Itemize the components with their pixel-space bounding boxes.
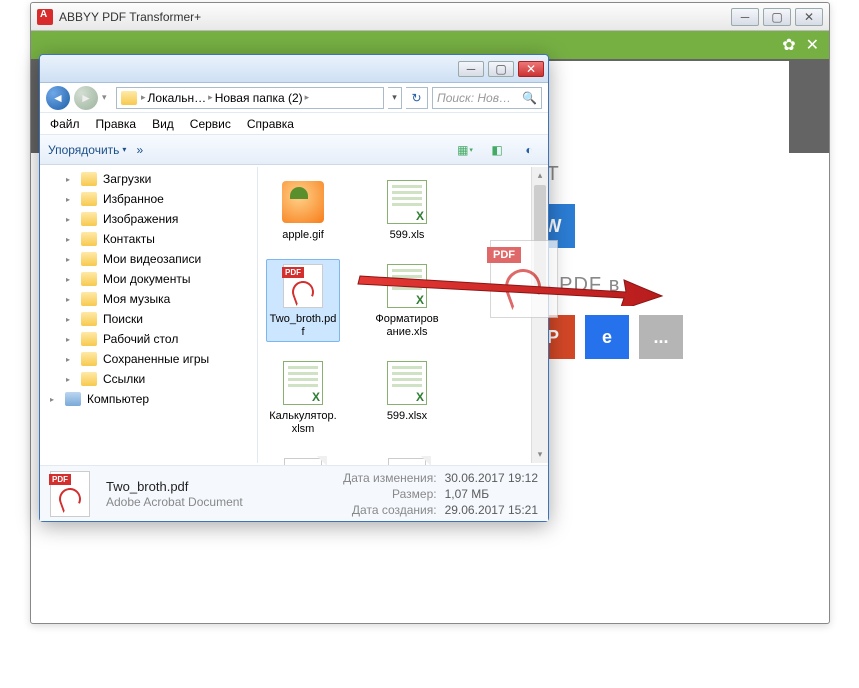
tree-item[interactable]: ▸Моя музыка <box>40 289 257 309</box>
folder-icon <box>81 232 97 246</box>
file-label: Two_broth.pdf <box>269 313 337 339</box>
back-button[interactable]: ◄ <box>46 86 70 110</box>
computer-icon <box>65 392 81 406</box>
crumb-1[interactable]: Локальн… <box>148 91 207 105</box>
tile-html[interactable]: e <box>585 315 629 359</box>
folder-icon <box>81 292 97 306</box>
folder-icon <box>81 352 97 366</box>
file-label: 599.xls <box>390 229 425 242</box>
menu-file[interactable]: Файл <box>50 117 80 131</box>
file-item[interactable]: Калькулятор.xlsm <box>266 356 340 439</box>
tree-item[interactable]: ▸Загрузки <box>40 169 257 189</box>
close-panel-icon[interactable]: ✕ <box>806 35 819 55</box>
menu-view[interactable]: Вид <box>152 117 174 131</box>
organize-button[interactable]: Упорядочить ▾ <box>48 143 126 157</box>
explorer-maximize-button[interactable]: ▢ <box>488 61 514 77</box>
search-icon[interactable]: 🔍 <box>522 91 537 105</box>
toolbar-more[interactable]: » <box>136 143 143 157</box>
pdf-icon: PDF <box>283 264 323 308</box>
nav-tree[interactable]: ▸Загрузки▸Избранное▸Изображения▸Контакты… <box>40 167 258 463</box>
file-label: 599.xlsx <box>387 410 427 423</box>
file-item[interactable]: 599.xlsx <box>370 356 444 439</box>
tree-item[interactable]: ▸Рабочий стол <box>40 329 257 349</box>
pdf-badge: PDF <box>487 247 521 263</box>
folder-icon <box>121 91 137 105</box>
close-button[interactable]: ✕ <box>795 8 823 26</box>
search-box[interactable]: Поиск: Нов… 🔍 <box>432 87 542 109</box>
view-mode-button[interactable]: ▦▾ <box>454 140 476 160</box>
minimize-button[interactable]: ─ <box>731 8 759 26</box>
explorer-minimize-button[interactable]: ─ <box>458 61 484 77</box>
folder-icon <box>81 172 97 186</box>
maximize-button[interactable]: ▢ <box>763 8 791 26</box>
tree-item[interactable]: ▸Мои документы <box>40 269 257 289</box>
breadcrumb[interactable]: ▸ Локальн… ▸ Новая папка (2) ▸ <box>141 91 309 105</box>
scroll-up-icon[interactable]: ▴ <box>532 167 548 184</box>
tree-item-computer[interactable]: ▸Компьютер <box>40 389 257 409</box>
explorer-menubar: Файл Правка Вид Сервис Справка <box>40 113 548 135</box>
menu-help[interactable]: Справка <box>247 117 294 131</box>
xls-icon <box>387 264 427 308</box>
file-item[interactable]: apple.gif <box>266 175 340 245</box>
forward-button[interactable]: ► <box>74 86 98 110</box>
details-filename: Two_broth.pdf <box>106 479 243 494</box>
details-filetype: Adobe Acrobat Document <box>106 495 243 509</box>
app-icon <box>37 9 53 25</box>
folder-icon <box>81 192 97 206</box>
file-item[interactable]: PDF Two_broth.pdf <box>266 259 340 342</box>
folder-icon <box>81 372 97 386</box>
pdf-swirl-icon <box>500 264 546 310</box>
folder-icon <box>81 212 97 226</box>
tree-item[interactable]: ▸Контакты <box>40 229 257 249</box>
menu-service[interactable]: Сервис <box>190 117 231 131</box>
xls-icon <box>283 361 323 405</box>
app-title: ABBYY PDF Transformer+ <box>59 10 727 24</box>
history-dropdown-icon[interactable]: ▾ <box>102 92 112 103</box>
explorer-window: ─ ▢ ✕ ◄ ► ▾ ▸ Локальн… ▸ Новая папка (2)… <box>39 54 549 522</box>
refresh-button[interactable]: ↻ <box>406 87 428 109</box>
xls-icon <box>387 180 427 224</box>
address-dropdown-icon[interactable]: ▾ <box>388 87 402 109</box>
details-pane: PDF Two_broth.pdf Adobe Acrobat Document… <box>40 465 548 521</box>
tree-item[interactable]: ▸Поиски <box>40 309 257 329</box>
tree-item[interactable]: ▸Изображения <box>40 209 257 229</box>
explorer-toolbar: Упорядочить ▾ » ▦▾ ◧ ◐ <box>40 135 548 165</box>
xls-icon <box>387 361 427 405</box>
menu-edit[interactable]: Правка <box>96 117 137 131</box>
address-bar[interactable]: ▸ Локальн… ▸ Новая папка (2) ▸ <box>116 87 384 109</box>
tree-item[interactable]: ▸Мои видеозаписи <box>40 249 257 269</box>
img-icon <box>282 181 324 223</box>
file-label: apple.gif <box>282 229 324 242</box>
tree-item[interactable]: ▸Избранное <box>40 189 257 209</box>
pdf-icon: PDF <box>490 240 558 318</box>
explorer-close-button[interactable]: ✕ <box>518 61 544 77</box>
folder-icon <box>81 312 97 326</box>
tree-item[interactable]: ▸Сохраненные игры <box>40 349 257 369</box>
file-label: Калькулятор.xlsm <box>269 410 337 436</box>
drag-ghost: PDF <box>490 240 590 340</box>
folder-icon <box>81 332 97 346</box>
file-label: Форматирование.xls <box>373 313 441 339</box>
file-item[interactable]: 599.xls <box>370 175 444 245</box>
explorer-body: ▸Загрузки▸Избранное▸Изображения▸Контакты… <box>40 167 548 463</box>
dz-heading-1: НТ <box>531 163 769 186</box>
details-meta: Дата изменения:30.06.2017 19:12 Размер:1… <box>343 471 538 517</box>
file-item[interactable]: Форматирование.xls <box>370 259 444 342</box>
crumb-2[interactable]: Новая папка (2) <box>215 91 303 105</box>
folder-icon <box>81 272 97 286</box>
titlebar[interactable]: ABBYY PDF Transformer+ ─ ▢ ✕ <box>31 3 829 31</box>
search-placeholder: Поиск: Нов… <box>437 91 511 105</box>
preview-pane-button[interactable]: ◧ <box>486 140 508 160</box>
tile-more[interactable]: ... <box>639 315 683 359</box>
tree-item[interactable]: ▸Ссылки <box>40 369 257 389</box>
scroll-down-icon[interactable]: ▾ <box>532 446 548 463</box>
folder-icon <box>81 252 97 266</box>
explorer-titlebar[interactable]: ─ ▢ ✕ <box>40 55 548 83</box>
help-button[interactable]: ◐ <box>518 140 540 160</box>
details-icon: PDF <box>50 471 92 517</box>
gear-icon[interactable]: ✿ <box>782 35 795 55</box>
explorer-nav: ◄ ► ▾ ▸ Локальн… ▸ Новая папка (2) ▸ ▾ ↻… <box>40 83 548 113</box>
